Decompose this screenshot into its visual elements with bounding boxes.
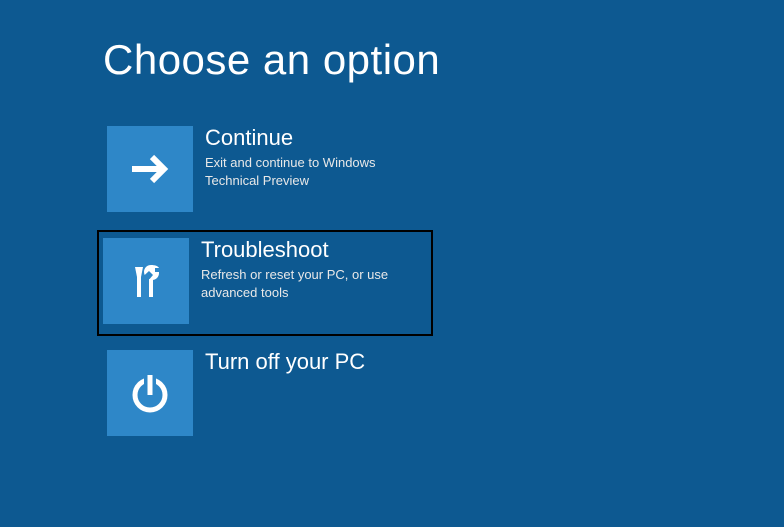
option-title: Troubleshoot — [201, 238, 411, 262]
option-text: Turn off your PC — [193, 350, 365, 378]
option-title: Turn off your PC — [205, 350, 365, 374]
tools-icon — [122, 257, 170, 305]
page-title: Choose an option — [103, 36, 784, 84]
option-description: Exit and continue to Windows Technical P… — [205, 154, 415, 189]
option-text: Continue Exit and continue to Windows Te… — [193, 126, 415, 189]
option-description: Refresh or reset your PC, or use advance… — [201, 266, 411, 301]
power-tile — [107, 350, 193, 436]
troubleshoot-tile — [103, 238, 189, 324]
option-title: Continue — [205, 126, 415, 150]
option-turn-off[interactable]: Turn off your PC — [103, 346, 431, 440]
arrow-right-icon — [126, 145, 174, 193]
option-troubleshoot[interactable]: Troubleshoot Refresh or reset your PC, o… — [97, 230, 433, 336]
continue-tile — [107, 126, 193, 212]
recovery-options-screen: Choose an option Continue Exit and conti… — [0, 0, 784, 440]
power-icon — [126, 369, 174, 417]
option-text: Troubleshoot Refresh or reset your PC, o… — [189, 238, 411, 301]
option-continue[interactable]: Continue Exit and continue to Windows Te… — [103, 122, 431, 216]
